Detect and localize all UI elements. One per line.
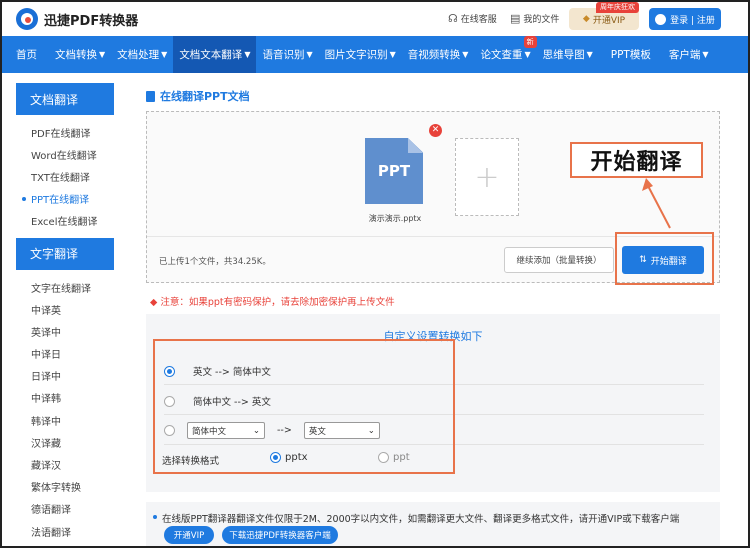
info-text: 在线版PPT翻译器翻译文件仅限于2M、2000字以内文件，如需翻译更大文件、翻译… <box>152 511 679 525</box>
open-vip-button[interactable]: 开通VIP <box>164 526 214 544</box>
annotation-highlight-options <box>153 339 455 474</box>
swap-icon: ⇅ <box>639 255 647 265</box>
start-translate-button[interactable]: ⇅ 开始翻译 <box>622 246 704 274</box>
start-translate-label: 开始翻译 <box>650 256 687 267</box>
page: 迅捷PDF转换器 ☊ 在线客服 ▤ 我的文件 ◆ 开通VIP 周年庆狂欢 登录 … <box>0 0 750 548</box>
password-notice: ◆ 注意：如果ppt有密码保护，请去除加密保护再上传文件 <box>150 297 395 308</box>
info-panel: 在线版PPT翻译器翻译文件仅限于2M、2000字以内文件，如需翻译更大文件、翻译… <box>146 502 720 546</box>
download-client-button[interactable]: 下载迅捷PDF转换器客户端 <box>222 526 338 544</box>
